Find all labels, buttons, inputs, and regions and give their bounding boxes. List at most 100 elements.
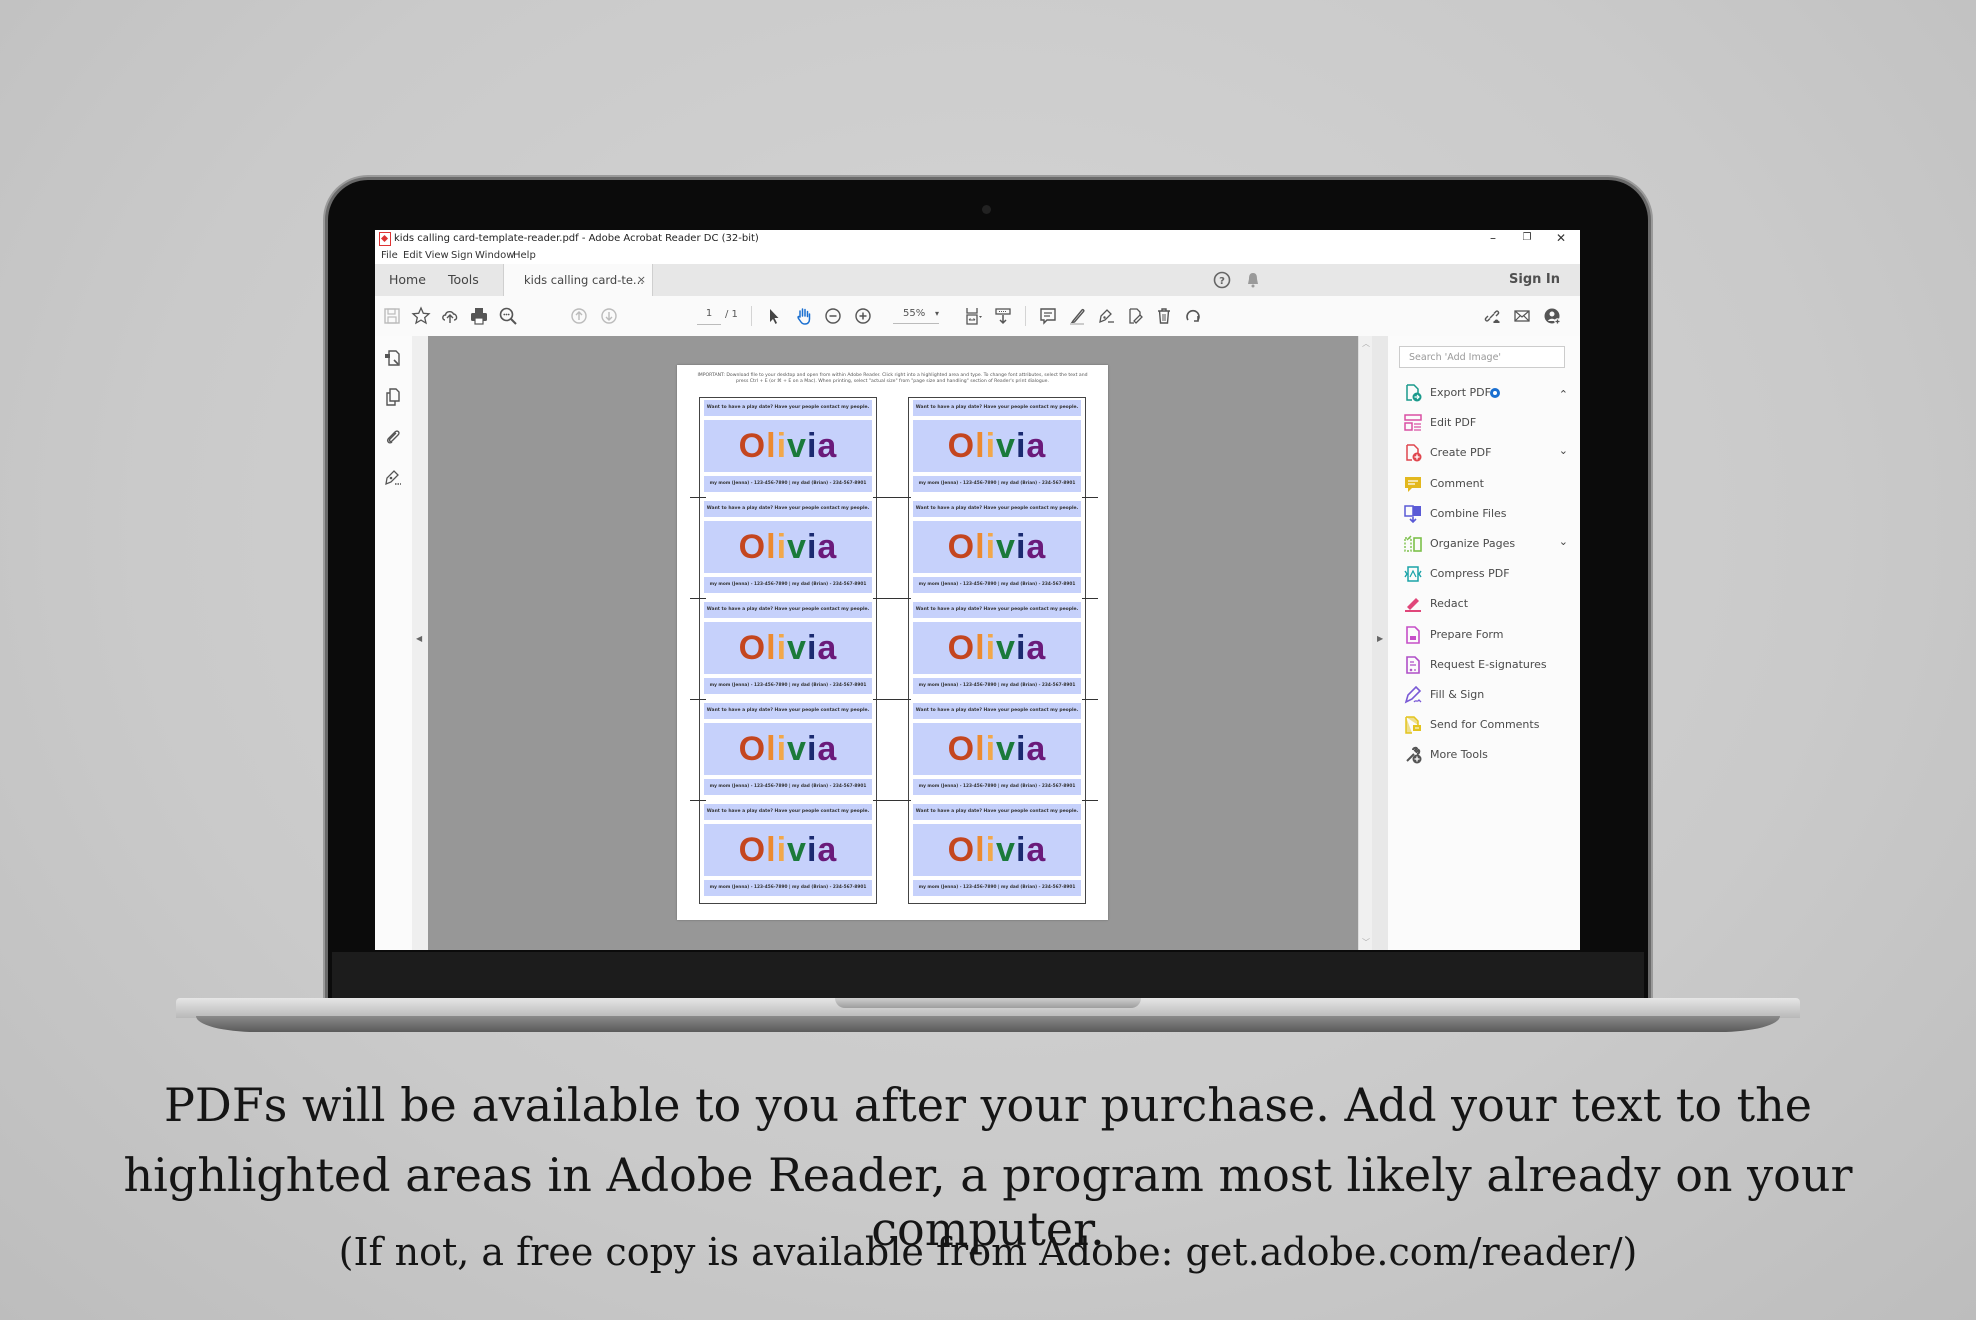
close-button[interactable]: ✕	[1544, 230, 1578, 248]
card-tagline-field[interactable]: Want to have a play date? Have your peop…	[704, 501, 872, 517]
card-name-field[interactable]: Olivia	[913, 622, 1081, 674]
close-tab-icon[interactable]: ×	[637, 264, 646, 296]
card-name-field[interactable]: Olivia	[704, 420, 872, 472]
card-tagline-field[interactable]: Want to have a play date? Have your peop…	[913, 703, 1081, 719]
chevron-down-icon[interactable]: ⌄	[1559, 444, 1568, 457]
tab-document[interactable]: kids calling card-te... ×	[503, 264, 653, 297]
card-tagline-field[interactable]: Want to have a play date? Have your peop…	[913, 400, 1081, 416]
page-number-input[interactable]: 1	[697, 308, 721, 325]
tool-redact[interactable]: Redact	[1404, 593, 1574, 615]
calling-card: Want to have a play date? Have your peop…	[704, 398, 872, 499]
minimize-button[interactable]: –	[1476, 230, 1510, 248]
tool-combine-files[interactable]: Combine Files	[1404, 503, 1574, 525]
add-user-icon[interactable]	[1541, 305, 1563, 327]
page-thumbnails-icon[interactable]	[382, 348, 404, 370]
zoom-out-icon[interactable]	[822, 305, 844, 327]
attach-file-icon[interactable]	[1124, 305, 1146, 327]
bookmark-star-icon[interactable]	[410, 305, 432, 327]
select-arrow-icon[interactable]	[763, 305, 785, 327]
calling-card: Want to have a play date? Have your peop…	[913, 600, 1081, 701]
card-tagline-field[interactable]: Want to have a play date? Have your peop…	[704, 400, 872, 416]
collapse-left-arrow-icon[interactable]: ◀	[416, 634, 422, 643]
highlight-icon[interactable]	[1066, 305, 1088, 327]
scroll-mode-icon[interactable]	[992, 305, 1014, 327]
collapse-right-arrow-icon[interactable]: ▶	[1377, 634, 1383, 643]
card-tagline-field[interactable]: Want to have a play date? Have your peop…	[913, 602, 1081, 618]
tool-comment[interactable]: Comment	[1404, 473, 1574, 495]
menu-edit[interactable]: Edit	[403, 250, 422, 261]
card-name-field[interactable]: Olivia	[913, 521, 1081, 573]
vertical-scrollbar[interactable]: ︿ ﹀	[1358, 336, 1373, 950]
card-name-field[interactable]: Olivia	[913, 824, 1081, 876]
sign-icon[interactable]	[1095, 305, 1117, 327]
prev-page-icon[interactable]	[568, 305, 590, 327]
menu-sign[interactable]: Sign	[451, 250, 473, 261]
tool-create-pdf[interactable]: Create PDF ⌄	[1404, 442, 1574, 464]
tool-fill-sign[interactable]: Fill & Sign	[1404, 684, 1574, 706]
print-icon[interactable]	[468, 305, 490, 327]
card-tagline-field[interactable]: Want to have a play date? Have your peop…	[704, 703, 872, 719]
scroll-up-icon[interactable]: ︿	[1362, 338, 1370, 349]
tool-compress-pdf[interactable]: Compress PDF	[1404, 563, 1574, 585]
next-page-icon[interactable]	[598, 305, 620, 327]
tool-edit-pdf[interactable]: Edit PDF	[1404, 412, 1574, 434]
save-icon[interactable]	[381, 305, 403, 327]
card-name-field[interactable]: Olivia	[704, 521, 872, 573]
chevron-up-icon[interactable]: ⌃	[1559, 388, 1568, 401]
sign-in-button[interactable]: Sign In	[1509, 264, 1560, 296]
tool-send-for-comments[interactable]: Send for Comments	[1404, 714, 1574, 736]
card-name-field[interactable]: Olivia	[913, 420, 1081, 472]
notifications-bell-icon[interactable]	[1242, 269, 1264, 291]
card-contact-field[interactable]: my mom (Jenna) - 123-456-7890 | my dad (…	[913, 779, 1081, 795]
zoom-in-icon[interactable]	[852, 305, 874, 327]
card-contact-field[interactable]: my mom (Jenna) - 123-456-7890 | my dad (…	[913, 577, 1081, 593]
chevron-down-icon[interactable]: ⌄	[1559, 535, 1568, 548]
delete-icon[interactable]	[1153, 305, 1175, 327]
tab-tools[interactable]: Tools	[448, 264, 479, 296]
menu-window[interactable]: Window	[475, 250, 514, 261]
copy-pages-icon[interactable]	[382, 386, 404, 408]
card-name-field[interactable]: Olivia	[704, 622, 872, 674]
scroll-down-icon[interactable]: ﹀	[1362, 937, 1370, 948]
card-contact-field[interactable]: my mom (Jenna) - 123-456-7890 | my dad (…	[913, 880, 1081, 896]
tool-prepare-form[interactable]: Prepare Form	[1404, 624, 1574, 646]
help-icon[interactable]: ?	[1211, 269, 1233, 291]
card-contact-field[interactable]: my mom (Jenna) - 123-456-7890 | my dad (…	[704, 678, 872, 694]
card-tagline-field[interactable]: Want to have a play date? Have your peop…	[913, 804, 1081, 820]
email-icon[interactable]	[1511, 305, 1533, 327]
card-contact-field[interactable]: my mom (Jenna) - 123-456-7890 | my dad (…	[704, 779, 872, 795]
card-contact-field[interactable]: my mom (Jenna) - 123-456-7890 | my dad (…	[704, 577, 872, 593]
upload-cloud-icon[interactable]	[439, 305, 461, 327]
right-panel-toggle[interactable]: ▶	[1372, 336, 1389, 950]
share-link-icon[interactable]	[1481, 305, 1503, 327]
zoom-level-select[interactable]: 55% ▾	[893, 308, 939, 324]
menu-view[interactable]: View	[425, 250, 449, 261]
card-name-field[interactable]: Olivia	[704, 723, 872, 775]
card-name-field[interactable]: Olivia	[704, 824, 872, 876]
restore-button[interactable]: ❐	[1510, 230, 1544, 248]
signatures-pen-icon[interactable]	[382, 466, 404, 488]
tools-search-input[interactable]: Search 'Add Image'	[1399, 346, 1565, 368]
card-contact-field[interactable]: my mom (Jenna) - 123-456-7890 | my dad (…	[913, 476, 1081, 492]
attachments-paperclip-icon[interactable]	[382, 426, 404, 448]
card-contact-field[interactable]: my mom (Jenna) - 123-456-7890 | my dad (…	[913, 678, 1081, 694]
card-tagline-field[interactable]: Want to have a play date? Have your peop…	[704, 602, 872, 618]
page-fit-icon[interactable]	[962, 305, 984, 327]
menu-help[interactable]: Help	[513, 250, 536, 261]
tab-home[interactable]: Home	[389, 264, 426, 296]
tool-more-tools[interactable]: More Tools	[1404, 744, 1574, 766]
tool-export-pdf[interactable]: Export PDF ⌃	[1404, 382, 1574, 404]
hand-tool-icon[interactable]	[793, 305, 815, 327]
menu-file[interactable]: File	[381, 250, 398, 261]
rotate-icon[interactable]	[1182, 305, 1204, 327]
card-contact-field[interactable]: my mom (Jenna) - 123-456-7890 | my dad (…	[704, 880, 872, 896]
left-panel-toggle[interactable]: ◀	[412, 336, 428, 950]
tool-request-e-signatures[interactable]: Request E-signatures	[1404, 654, 1574, 676]
tool-organize-pages[interactable]: Organize Pages ⌄	[1404, 533, 1574, 555]
card-name-field[interactable]: Olivia	[913, 723, 1081, 775]
find-icon[interactable]	[497, 305, 519, 327]
card-contact-field[interactable]: my mom (Jenna) - 123-456-7890 | my dad (…	[704, 476, 872, 492]
card-tagline-field[interactable]: Want to have a play date? Have your peop…	[913, 501, 1081, 517]
comment-icon[interactable]	[1037, 305, 1059, 327]
card-tagline-field[interactable]: Want to have a play date? Have your peop…	[704, 804, 872, 820]
